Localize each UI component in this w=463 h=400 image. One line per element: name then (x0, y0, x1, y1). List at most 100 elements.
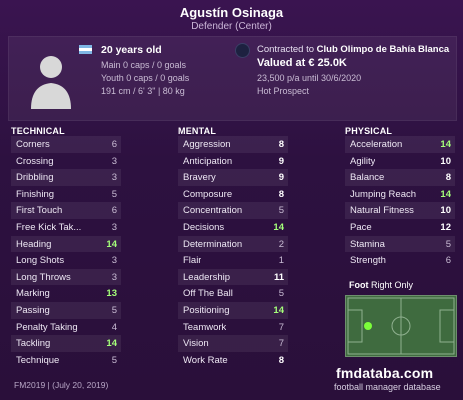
attribute-label: Off The Ball (183, 288, 233, 300)
main-caps: Main 0 caps / 0 goals (101, 60, 187, 70)
attribute-value: 9 (278, 172, 284, 184)
mental-list: Aggression 8 Anticipation 9 Bravery 9 Composur… (178, 136, 288, 368)
attribute-value: 5 (111, 304, 117, 316)
attribute-label: Marking (16, 288, 50, 300)
attribute-label: Acceleration (350, 139, 403, 150)
attribute-value: 14 (273, 221, 284, 233)
attribute-value: 5 (111, 188, 117, 200)
mental-attribute-row: Anticipation 9 (178, 153, 288, 170)
attribute-label: Finishing (16, 188, 55, 200)
attribute-value: 5 (278, 205, 284, 217)
player-wage: 23,500 p/a until 30/6/2020 (257, 73, 362, 83)
mental-attribute-row: Vision 7 (178, 335, 288, 352)
technical-attribute-row: Finishing 5 (11, 186, 121, 203)
attribute-label: Strength (350, 255, 386, 267)
technical-attribute-row: First Touch 6 (11, 202, 121, 219)
mental-attribute-row: Off The Ball 5 (178, 285, 288, 302)
physical-list: Acceleration 14 Agility 10 Balance 8 Jumping R… (345, 136, 455, 269)
attribute-value: 6 (111, 205, 117, 217)
fmdataba-logo[interactable]: fmdataba.com (336, 365, 433, 381)
mental-attribute-row: Work Rate 8 (178, 352, 288, 369)
physical-attribute-row: Natural Fitness 10 (345, 202, 455, 219)
technical-attribute-row: Dribbling 3 (11, 169, 121, 186)
technical-attribute-row: Long Throws 3 (11, 268, 121, 286)
technical-attribute-row: Long Shots 3 (11, 252, 121, 269)
attribute-label: Long Throws (16, 271, 71, 283)
attribute-label: Corners (16, 139, 50, 150)
attribute-label: Natural Fitness (350, 205, 414, 217)
attribute-label: Aggression (183, 139, 231, 150)
youth-caps: Youth 0 caps / 0 goals (101, 73, 190, 83)
attribute-value: 7 (278, 338, 284, 350)
attribute-value: 14 (106, 338, 117, 350)
attribute-label: Balance (350, 172, 385, 184)
attribute-value: 13 (106, 288, 117, 300)
attribute-value: 12 (440, 221, 451, 233)
foot-value: Right Only (371, 280, 414, 290)
club-crest-icon (235, 43, 250, 58)
attribute-value: 10 (440, 155, 451, 167)
attribute-value: 14 (440, 188, 451, 200)
attribute-value: 8 (278, 139, 284, 150)
technical-attribute-row: Tackling 14 (11, 335, 121, 352)
player-value: Valued at € 25.0K (257, 57, 347, 69)
attribute-label: Leadership (183, 271, 231, 283)
technical-attribute-row: Free Kick Tak... 3 (11, 219, 121, 236)
attribute-label: Heading (16, 238, 52, 250)
attribute-label: Jumping Reach (350, 188, 417, 200)
player-silhouette-icon (23, 47, 79, 109)
mental-attribute-row: Teamwork 7 (178, 319, 288, 336)
player-info-panel: 20 years old Main 0 caps / 0 goals Youth… (8, 36, 457, 121)
logo-subtitle: football manager database (334, 382, 441, 392)
contract-line: Contracted to Club Olimpo de Bahía Blanc… (257, 44, 449, 55)
physical-column: PHYSICAL Acceleration 14 Agility 10 Balance 8… (345, 126, 455, 269)
club-name-link[interactable]: Club Olimpo de Bahía Blanca (317, 44, 450, 55)
attribute-value: 10 (440, 205, 451, 217)
technical-attribute-row: Penalty Taking 4 (11, 319, 121, 336)
player-profile-page: Agustín Osinaga Defender (Center) 20 yea… (0, 0, 463, 400)
attribute-label: Penalty Taking (16, 321, 78, 333)
attribute-label: Passing (16, 304, 50, 316)
attribute-label: Teamwork (183, 321, 227, 333)
attribute-value: 5 (445, 238, 451, 250)
attribute-label: Agility (350, 155, 376, 167)
physical-title: PHYSICAL (345, 126, 393, 136)
attribute-label: Long Shots (16, 255, 65, 267)
attribute-value: 8 (278, 354, 284, 366)
attribute-label: Concentration (183, 205, 243, 217)
technical-attribute-row: Crossing 3 (11, 153, 121, 170)
technical-attribute-row: Marking 13 (11, 285, 121, 302)
player-position: Defender (Center) (191, 21, 272, 32)
attribute-label: Flair (183, 255, 202, 267)
attribute-value: 1 (278, 255, 284, 267)
mental-attribute-row: Aggression 8 (178, 136, 288, 153)
player-name: Agustín Osinaga (179, 5, 284, 20)
technical-list: Corners 6 Crossing 3 Dribbling 3 Finishing 5 Fir… (11, 136, 121, 368)
technical-attribute-row: Technique 5 (11, 352, 121, 369)
mental-attribute-row: Composure 8 (178, 186, 288, 203)
attribute-value: 3 (111, 221, 117, 233)
mental-attribute-row: Flair 1 (178, 252, 288, 269)
physical-attribute-row: Jumping Reach 14 (345, 186, 455, 203)
attribute-label: Anticipation (183, 155, 233, 167)
physical-attribute-row: Agility 10 (345, 153, 455, 170)
attribute-value: 3 (111, 155, 117, 167)
mental-column: MENTAL Aggression 8 Anticipation 9 Bravery 9 C… (178, 126, 288, 368)
attribute-value: 5 (278, 288, 284, 300)
physical-attribute-row: Pace 12 (345, 219, 455, 236)
physical-attribute-row: Stamina 5 (345, 235, 455, 253)
attribute-value: 8 (445, 172, 451, 184)
attribute-label: Dribbling (16, 172, 54, 184)
physical-attribute-row: Balance 8 (345, 169, 455, 186)
mental-title: MENTAL (178, 126, 217, 136)
attribute-value: 8 (278, 188, 284, 200)
attribute-value: 9 (278, 155, 284, 167)
technical-title: TECHNICAL (11, 126, 65, 136)
preferred-foot: Foot Right Only (349, 280, 413, 290)
attribute-label: Stamina (350, 238, 385, 250)
attribute-value: 5 (111, 354, 117, 366)
attribute-label: Free Kick Tak... (16, 221, 82, 233)
attribute-value: 14 (106, 238, 117, 250)
player-age: 20 years old (101, 44, 162, 56)
attribute-value: 3 (111, 255, 117, 267)
